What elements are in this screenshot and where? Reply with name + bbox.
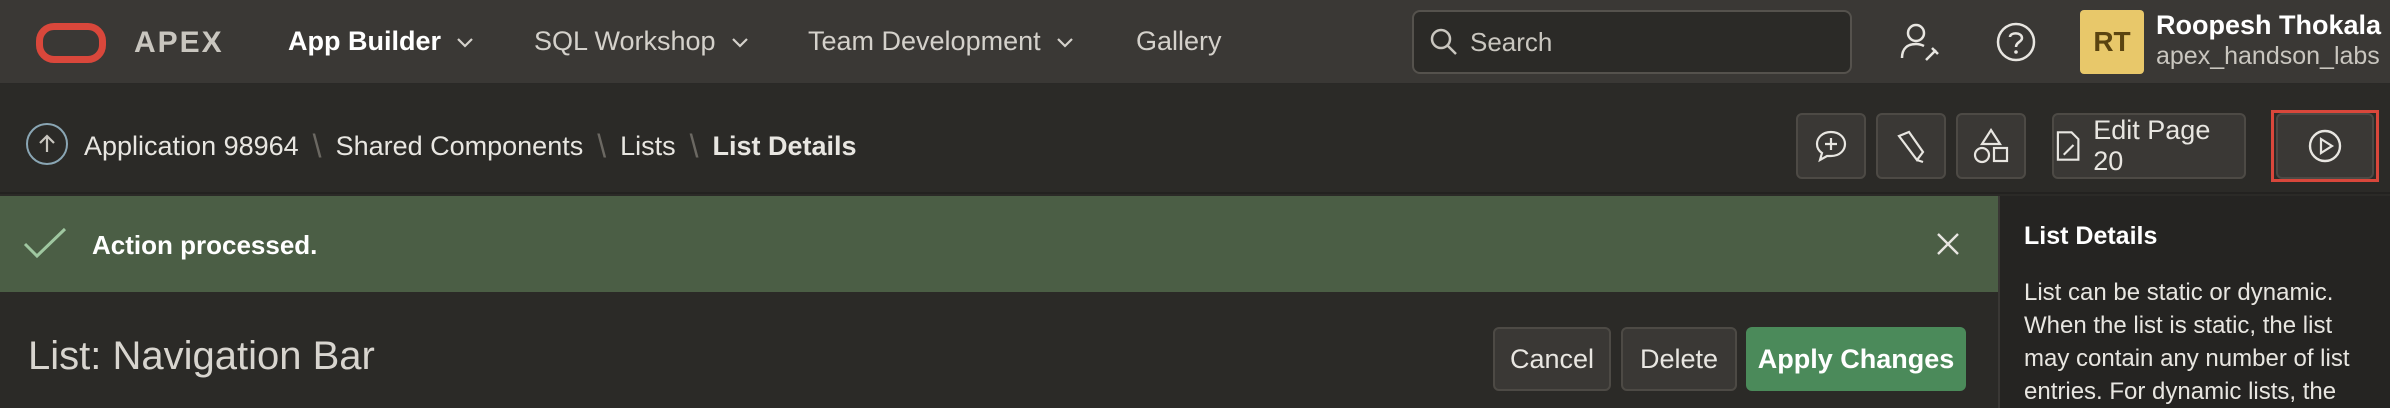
chevron-down-icon bbox=[457, 37, 473, 48]
close-message-button[interactable] bbox=[1930, 226, 1966, 262]
nav-gallery[interactable]: Gallery bbox=[1136, 26, 1222, 57]
search-icon bbox=[1430, 28, 1457, 55]
user-workspace[interactable]: apex_handson_labs bbox=[2156, 42, 2380, 71]
brand-name[interactable]: APEX bbox=[134, 26, 224, 60]
nav-team-development[interactable]: Team Development bbox=[808, 26, 1075, 57]
administration-button[interactable] bbox=[1894, 16, 1946, 68]
chevron-down-icon bbox=[1056, 37, 1073, 48]
help-panel-title: List Details bbox=[2024, 222, 2158, 250]
run-button-highlight bbox=[2271, 110, 2379, 182]
nav-app-builder-label: App Builder bbox=[288, 26, 441, 56]
parent-page-button[interactable] bbox=[26, 123, 68, 165]
shared-components-button[interactable] bbox=[1956, 113, 2026, 179]
delete-button[interactable]: Delete bbox=[1621, 327, 1737, 391]
administration-icon bbox=[1900, 23, 1939, 61]
user-name[interactable]: Roopesh Thokala bbox=[2156, 10, 2381, 41]
nav-sql-workshop-label: SQL Workshop bbox=[534, 26, 716, 56]
chevron-down-icon bbox=[731, 37, 748, 48]
apex-logo-icon[interactable] bbox=[36, 23, 106, 63]
developer-comments-icon bbox=[1897, 130, 1925, 164]
breadcrumb: Application 98964 \ Shared Components \ … bbox=[84, 128, 857, 165]
help-panel-text: List can be static or dynamic. When the … bbox=[2024, 279, 2350, 405]
nav-gallery-label: Gallery bbox=[1136, 26, 1222, 56]
breadcrumb-item[interactable]: Lists bbox=[620, 131, 676, 162]
cancel-button[interactable]: Cancel bbox=[1493, 327, 1611, 391]
nav-app-builder[interactable]: App Builder bbox=[288, 26, 475, 57]
close-icon bbox=[1937, 233, 1959, 255]
apply-changes-button[interactable]: Apply Changes bbox=[1746, 327, 1966, 391]
breadcrumb-item[interactable]: Application 98964 bbox=[84, 131, 299, 162]
shared-components-icon bbox=[1973, 127, 2009, 164]
breadcrumb-separator: \ bbox=[312, 128, 322, 164]
breadcrumb-separator: \ bbox=[689, 128, 699, 164]
breadcrumb-current: List Details bbox=[712, 131, 857, 161]
nav-team-development-label: Team Development bbox=[808, 26, 1041, 56]
nav-sql-workshop[interactable]: SQL Workshop bbox=[534, 26, 750, 57]
feedback-button[interactable] bbox=[1796, 113, 1866, 179]
edit-page-icon bbox=[2056, 131, 2080, 161]
feedback-icon bbox=[1815, 130, 1847, 163]
breadcrumb-separator: \ bbox=[597, 128, 607, 164]
checkmark-icon bbox=[23, 227, 67, 259]
help-icon bbox=[1996, 22, 2036, 62]
page-title: List: Navigation Bar bbox=[28, 334, 375, 378]
search-box[interactable] bbox=[1412, 10, 1852, 74]
edit-page-button[interactable]: Edit Page 20 bbox=[2052, 113, 2246, 179]
breadcrumb-item[interactable]: Shared Components bbox=[336, 131, 584, 162]
search-input[interactable] bbox=[1470, 26, 1840, 58]
arrow-up-icon bbox=[39, 134, 55, 152]
developer-comments-button[interactable] bbox=[1876, 113, 1946, 179]
help-button[interactable] bbox=[1990, 16, 2042, 68]
avatar[interactable]: RT bbox=[2080, 10, 2144, 74]
success-message-text: Action processed. bbox=[92, 230, 318, 260]
edit-page-label: Edit Page 20 bbox=[2093, 115, 2211, 176]
